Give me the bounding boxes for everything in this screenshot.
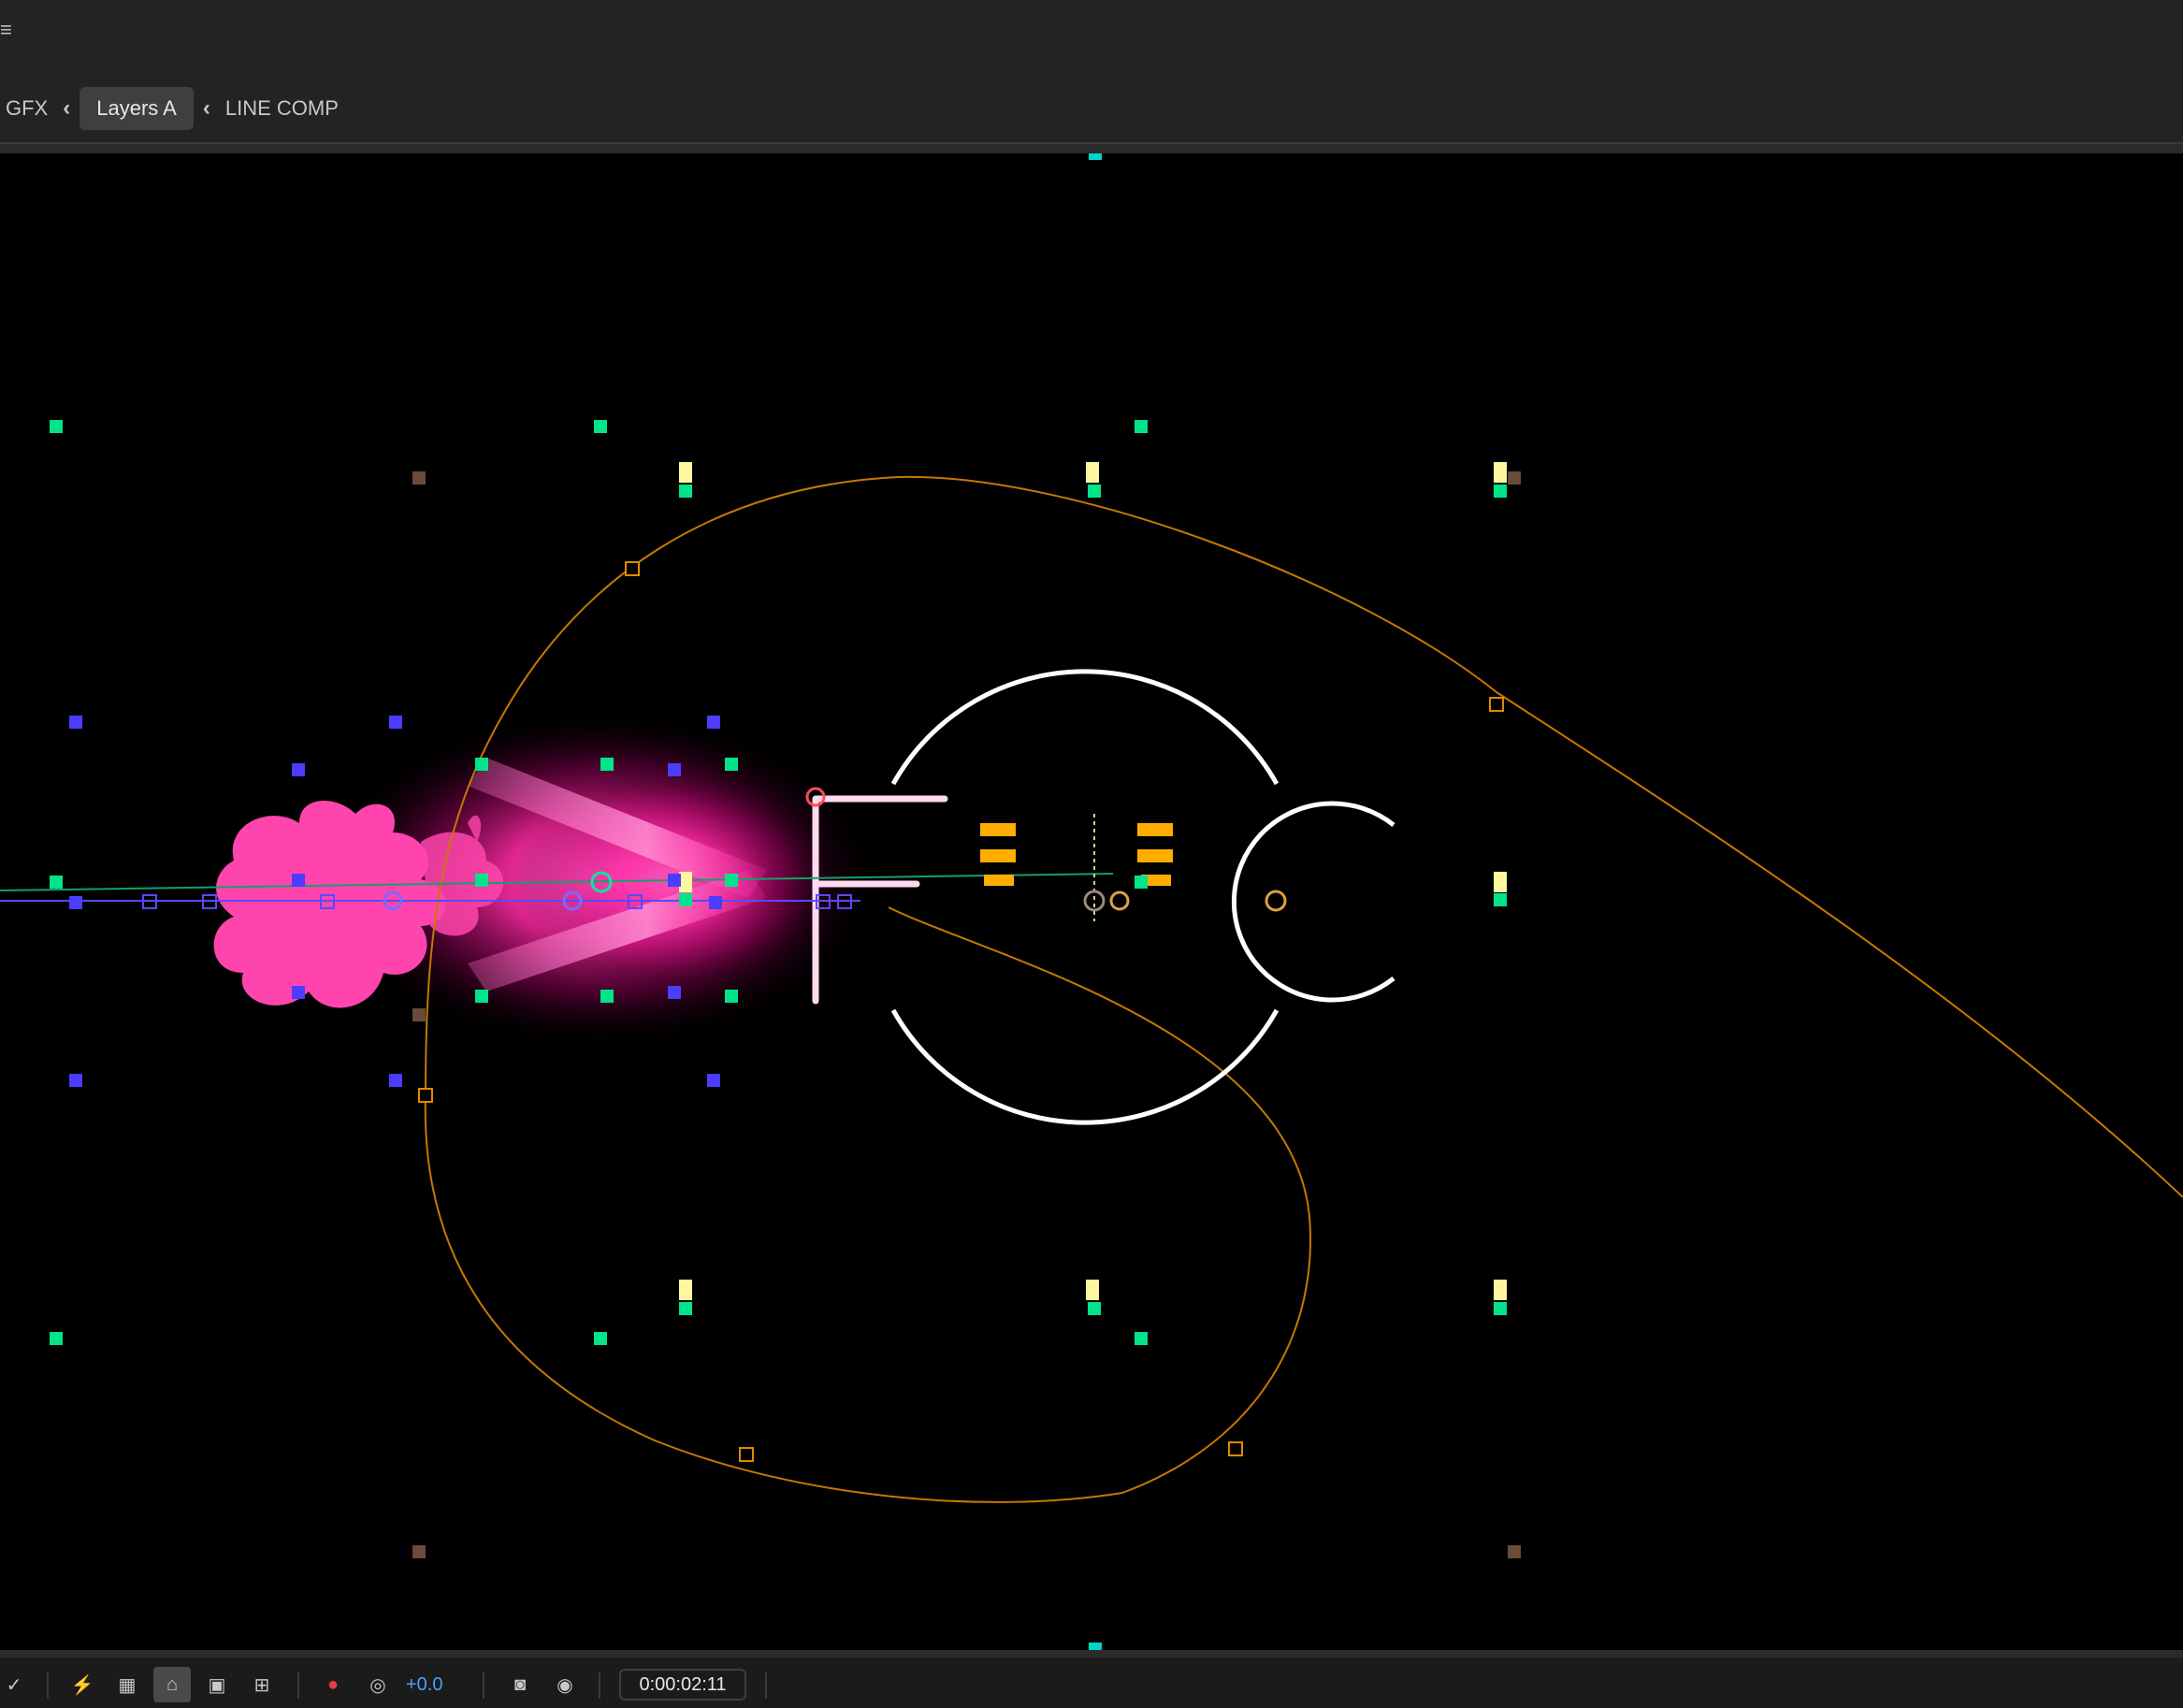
breadcrumb-item-gfx[interactable]: GFX	[0, 96, 53, 121]
composition-canvas[interactable]	[0, 153, 2183, 1650]
toolbar-separator	[47, 1672, 49, 1699]
transparency-grid-icon[interactable]: ▦	[108, 1667, 146, 1702]
breadcrumb-item-line-comp[interactable]: LINE COMP	[220, 96, 344, 121]
ring-shape	[890, 669, 1395, 1125]
composition-breadcrumb: GFX ‹ Layers A ‹ LINE COMP	[0, 86, 344, 131]
current-time-display[interactable]: 0:00:02:11	[619, 1669, 746, 1701]
toolbar-separator	[297, 1672, 299, 1699]
color-channels-icon[interactable]: ●	[314, 1667, 352, 1702]
color-management-icon[interactable]: ◎	[359, 1667, 397, 1702]
toolbar-separator	[599, 1672, 600, 1699]
checkbox-icon[interactable]: ✓	[0, 1667, 28, 1702]
toolbar-separator	[765, 1672, 767, 1699]
exposure-value[interactable]: +0.0	[406, 1667, 442, 1702]
mask-path-visibility-icon[interactable]: ⌂	[153, 1667, 191, 1702]
fast-previews-icon[interactable]: ⚡	[64, 1667, 101, 1702]
breadcrumb-item-layers-a[interactable]: Layers A	[80, 87, 194, 130]
toggle-guides-icon[interactable]: ⊞	[243, 1667, 281, 1702]
camera-snapshot-icon[interactable]: ◙	[501, 1667, 539, 1702]
chevron-left-icon[interactable]: ‹	[53, 95, 80, 122]
cyan-layer-handles[interactable]	[1089, 153, 1102, 1650]
chevron-left-icon[interactable]: ‹	[194, 95, 220, 122]
composition-viewer[interactable]	[0, 153, 2183, 1650]
viewer-header: ≡ GFX ‹ Layers A ‹ LINE COMP	[0, 0, 2183, 142]
show-snapshot-icon[interactable]: ◉	[546, 1667, 584, 1702]
viewer-toolbar: ✓ ⚡ ▦ ⌂ ▣ ⊞ ● ◎ +0.0 ◙ ◉ 0:00:02:11	[0, 1650, 2183, 1708]
panel-menu-icon[interactable]: ≡	[0, 20, 15, 40]
region-of-interest-icon[interactable]: ▣	[198, 1667, 236, 1702]
toolbar-separator	[483, 1672, 484, 1699]
